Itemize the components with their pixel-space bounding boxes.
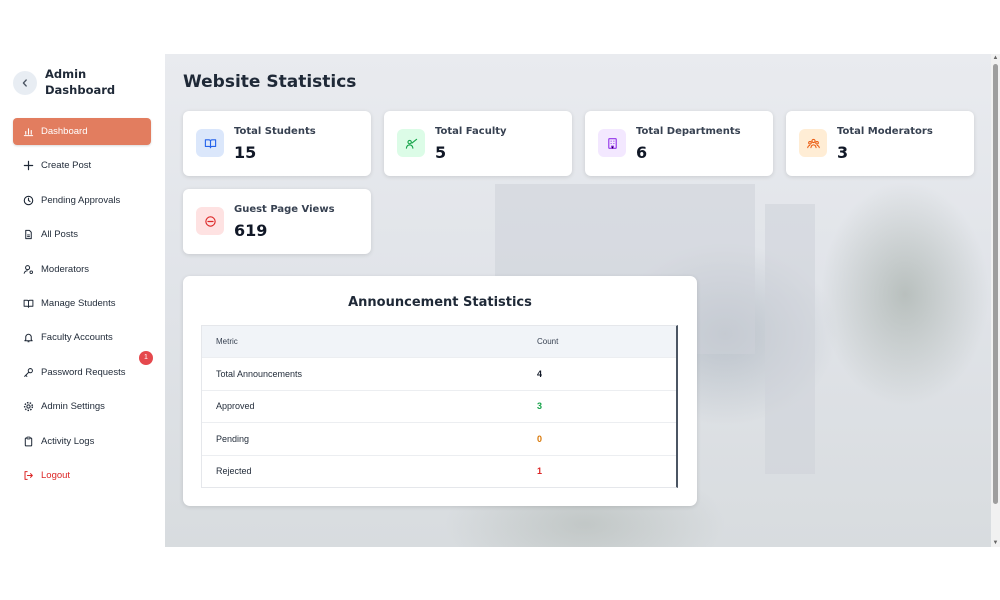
stat-value: 3 bbox=[837, 143, 849, 162]
key-icon bbox=[23, 367, 34, 378]
bell-icon bbox=[23, 332, 34, 343]
count-cell: 0 bbox=[537, 433, 543, 444]
stat-value: 6 bbox=[636, 143, 648, 162]
background-building-pillar bbox=[765, 204, 815, 474]
chevron-left-icon bbox=[22, 79, 27, 87]
stat-card-total-moderators: Total Moderators 3 bbox=[786, 111, 974, 176]
scrollbar-thumb[interactable] bbox=[993, 64, 998, 504]
metric-cell: Approved bbox=[216, 401, 255, 412]
bar-chart-icon bbox=[23, 126, 34, 137]
sidebar-item-faculty-accounts[interactable]: Faculty Accounts bbox=[13, 324, 151, 351]
sidebar-item-label: Manage Students bbox=[41, 297, 116, 309]
users-icon bbox=[799, 129, 827, 157]
book-icon bbox=[23, 298, 34, 309]
column-header-metric: Metric bbox=[216, 337, 238, 346]
stat-value: 619 bbox=[234, 221, 268, 240]
stat-label: Guest Page Views bbox=[234, 204, 335, 215]
count-cell: 4 bbox=[537, 368, 543, 379]
clock-icon bbox=[23, 195, 34, 206]
panel-title: Announcement Statistics bbox=[348, 295, 532, 310]
announcement-statistics-panel: Announcement Statistics Metric Count Tot… bbox=[183, 276, 697, 506]
announcement-table: Metric Count Total Announcements 4 Appro… bbox=[201, 325, 678, 488]
stat-label: Total Students bbox=[234, 126, 316, 137]
clipboard-icon bbox=[23, 436, 34, 447]
sidebar-item-label: Faculty Accounts bbox=[41, 332, 113, 344]
plus-icon bbox=[23, 160, 34, 171]
column-header-count: Count bbox=[537, 337, 559, 346]
stat-card-total-departments: Total Departments 6 bbox=[585, 111, 773, 176]
gear-icon bbox=[23, 401, 34, 412]
building-icon bbox=[598, 129, 626, 157]
book-icon bbox=[196, 129, 224, 157]
sidebar-item-dashboard[interactable]: Dashboard bbox=[13, 118, 151, 145]
scroll-down-arrow-icon[interactable]: ▼ bbox=[992, 539, 999, 547]
table-row: Rejected 1 bbox=[202, 454, 676, 488]
sidebar-item-pending-approvals[interactable]: Pending Approvals bbox=[13, 187, 151, 214]
sidebar-item-label: Create Post bbox=[41, 160, 92, 172]
collapse-sidebar-button[interactable] bbox=[13, 71, 37, 95]
stat-value: 5 bbox=[435, 143, 447, 162]
table-row: Approved 3 bbox=[202, 389, 676, 423]
notification-badge: 1 bbox=[139, 350, 153, 365]
stat-value: 15 bbox=[234, 143, 257, 162]
sidebar-nav: Dashboard Create Post Pending Approvals … bbox=[13, 118, 153, 496]
sidebar-item-label: Moderators bbox=[41, 263, 90, 275]
document-icon bbox=[23, 229, 34, 240]
sidebar-item-logout[interactable]: Logout bbox=[13, 462, 151, 489]
stat-label: Total Departments bbox=[636, 126, 741, 137]
sidebar-item-manage-students[interactable]: Manage Students bbox=[13, 290, 151, 317]
table-row: Pending 0 bbox=[202, 422, 676, 455]
count-cell: 1 bbox=[537, 466, 543, 477]
stat-label: Total Faculty bbox=[435, 126, 507, 137]
logout-icon bbox=[23, 470, 34, 481]
sidebar-item-label: Pending Approvals bbox=[41, 194, 121, 206]
sidebar: Admin Dashboard Dashboard Create Post Pe… bbox=[0, 54, 165, 547]
stat-label: Total Moderators bbox=[837, 126, 933, 137]
sidebar-item-activity-logs[interactable]: Activity Logs bbox=[13, 428, 151, 455]
no-entry-icon bbox=[196, 207, 224, 235]
count-cell: 3 bbox=[537, 401, 543, 412]
table-row: Total Announcements 4 bbox=[202, 357, 676, 390]
metric-cell: Pending bbox=[216, 433, 250, 444]
metric-cell: Rejected bbox=[216, 466, 252, 477]
sidebar-item-label: All Posts bbox=[41, 229, 78, 241]
stat-card-total-faculty: Total Faculty 5 bbox=[384, 111, 572, 176]
sidebar-item-admin-settings[interactable]: Admin Settings bbox=[13, 393, 151, 420]
sidebar-item-label: Activity Logs bbox=[41, 435, 95, 447]
sidebar-item-create-post[interactable]: Create Post bbox=[13, 152, 151, 179]
stat-card-guest-page-views: Guest Page Views 619 bbox=[183, 189, 371, 254]
metric-cell: Total Announcements bbox=[216, 368, 303, 379]
app-window: Admin Dashboard Dashboard Create Post Pe… bbox=[0, 54, 1000, 547]
stat-card-total-students: Total Students 15 bbox=[183, 111, 371, 176]
teacher-icon bbox=[397, 129, 425, 157]
sidebar-item-label: Logout bbox=[41, 469, 71, 481]
sidebar-item-moderators[interactable]: Moderators bbox=[13, 256, 151, 283]
main-content: Website Statistics Total Students 15 Tot… bbox=[165, 54, 991, 547]
sidebar-item-label: Dashboard bbox=[41, 126, 88, 137]
sidebar-header: Admin Dashboard bbox=[13, 66, 125, 98]
sidebar-item-label: Admin Settings bbox=[41, 401, 105, 413]
sidebar-title: Admin Dashboard bbox=[45, 67, 116, 97]
page-scrollbar[interactable]: ▲ ▼ bbox=[991, 54, 1000, 547]
user-cog-icon bbox=[23, 264, 34, 275]
page-title: Website Statistics bbox=[183, 72, 357, 92]
scroll-up-arrow-icon[interactable]: ▲ bbox=[992, 54, 999, 62]
sidebar-item-all-posts[interactable]: All Posts bbox=[13, 221, 151, 248]
sidebar-item-password-requests[interactable]: Password Requests 1 bbox=[13, 350, 153, 386]
sidebar-item-label: Password Requests bbox=[41, 366, 126, 378]
table-header: Metric Count bbox=[202, 326, 676, 357]
